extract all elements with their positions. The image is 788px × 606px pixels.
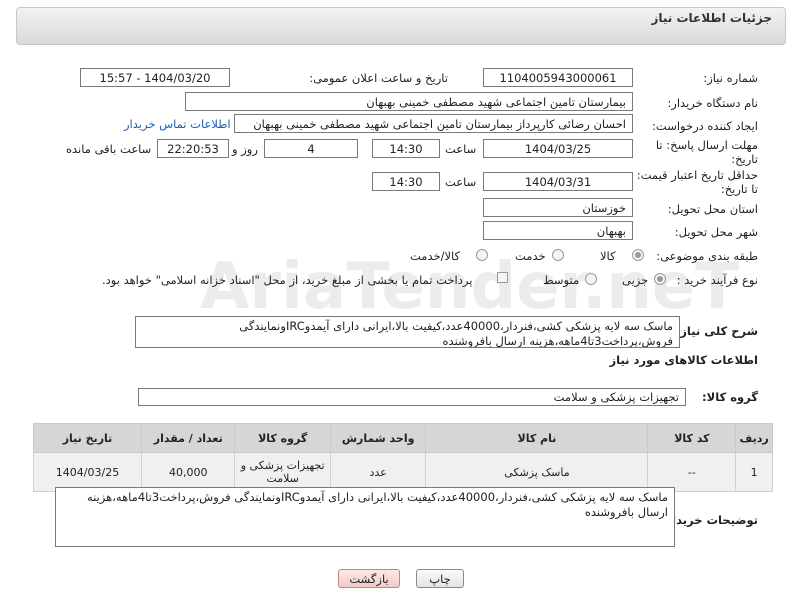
goods-group-label: گروه کالا:	[702, 390, 758, 404]
days-field: 4	[264, 139, 358, 158]
goods-table-header: ردیف کد کالا نام کالا واحد شمارش گروه کا…	[32, 423, 773, 453]
buyer-org-field: بیمارستان تامین اجتماعی شهید مصطفی خمینی…	[185, 92, 633, 111]
cell-unit: عدد	[329, 452, 427, 492]
col-unit: واحد شمارش	[329, 423, 427, 453]
price-time-label: ساعت	[445, 175, 477, 189]
remaining-label: ساعت باقی مانده	[66, 142, 152, 156]
province-label: استان محل تحویل:	[667, 202, 758, 216]
need-number-label: شماره نیاز:	[703, 71, 758, 85]
announce-field: 1404/03/20 - 15:57	[80, 68, 230, 87]
print-button[interactable]: چاپ	[416, 569, 464, 588]
province-field: خوزستان	[483, 198, 633, 217]
goods-group-field: تجهیزات پزشکی و سلامت	[138, 388, 686, 406]
remaining-time-field: 22:20:53	[157, 139, 229, 158]
cell-group: تجهیزات پزشکی و سلامت	[234, 452, 331, 492]
col-row: ردیف	[735, 423, 773, 453]
days-label: روز و	[232, 142, 258, 156]
goods-table-wrap: ردیف کد کالا نام کالا واحد شمارش گروه کا…	[32, 423, 773, 492]
category-radio-service[interactable]	[552, 249, 564, 261]
reply-date-field: 1404/03/25	[483, 139, 633, 158]
col-qty: تعداد / مقدار	[141, 423, 236, 453]
category-label: طبقه بندی موضوعی:	[656, 249, 758, 263]
buyer-notes-textarea[interactable]: ماسک سه لایه پزشکی کشی،فنردار،40000عدد،ک…	[55, 487, 675, 547]
buyer-notes-label: توضیحات خریدار:	[660, 513, 758, 527]
creator-label: ایجاد کننده درخواست:	[652, 119, 758, 133]
col-name: نام کالا	[425, 423, 649, 453]
goods-table: ردیف کد کالا نام کالا واحد شمارش گروه کا…	[32, 423, 773, 492]
payment-note: پرداخت تمام یا بخشی از مبلغ خرید، از محل…	[102, 273, 473, 287]
price-date-field: 1404/03/31	[483, 172, 633, 191]
category-option-service: خدمت	[515, 249, 546, 263]
cell-name: ماسک پزشکی	[425, 452, 649, 492]
cell-date: 1404/03/25	[32, 452, 143, 492]
need-number-field: 1104005943000061	[483, 68, 633, 87]
page-title: جزئیات اطلاعات نیاز	[651, 11, 772, 25]
description-label: شرح کلی نیاز:	[675, 324, 758, 338]
col-code: کد کالا	[647, 423, 737, 453]
buyer-org-label: نام دستگاه خریدار:	[667, 96, 758, 110]
price-time-field: 14:30	[372, 172, 440, 191]
reply-time-field: 14:30	[372, 139, 440, 158]
process-option-partial: جزیی	[622, 273, 649, 287]
cell-row: 1	[735, 452, 773, 492]
cell-qty: 40,000	[141, 452, 236, 492]
goods-section-title: اطلاعات کالاهای مورد نیاز	[609, 353, 758, 367]
back-button[interactable]: بازگشت	[338, 569, 400, 588]
category-option-goods-service: کالا/خدمت	[410, 249, 461, 263]
description-textarea[interactable]: ماسک سه لایه پزشکی کشی،فنردار،40000عدد،ک…	[135, 316, 680, 348]
reply-deadline-label: مهلت ارسال پاسخ: تا تاریخ:	[655, 138, 758, 166]
process-radio-medium[interactable]	[585, 273, 597, 285]
col-date: تاریخ نیاز	[32, 423, 143, 453]
price-validity-label: حداقل تاریخ اعتبار قیمت: تا تاریخ:	[636, 168, 758, 196]
process-label: نوع فرآیند خرید :	[676, 273, 758, 287]
category-radio-goods-service[interactable]	[476, 249, 488, 261]
creator-field: احسان رضائی کارپرداز بیمارستان تامین اجت…	[234, 114, 633, 133]
category-radio-goods[interactable]	[632, 249, 644, 261]
city-label: شهر محل تحویل:	[674, 225, 758, 239]
reply-time-label: ساعت	[445, 142, 477, 156]
cell-code: --	[647, 452, 737, 492]
buyer-contact-link[interactable]: اطلاعات تماس خریدار	[124, 117, 231, 131]
process-option-medium: متوسط	[543, 273, 580, 287]
treasury-payment-checkbox[interactable]	[497, 272, 508, 283]
process-radio-partial[interactable]	[654, 273, 666, 285]
category-option-goods: کالا	[600, 249, 616, 263]
announce-label: تاریخ و ساعت اعلان عمومی:	[309, 71, 448, 85]
city-field: بهبهان	[483, 221, 633, 240]
table-row: 1 -- ماسک پزشکی عدد تجهیزات پزشکی و سلام…	[32, 452, 773, 492]
col-group: گروه کالا	[234, 423, 331, 453]
